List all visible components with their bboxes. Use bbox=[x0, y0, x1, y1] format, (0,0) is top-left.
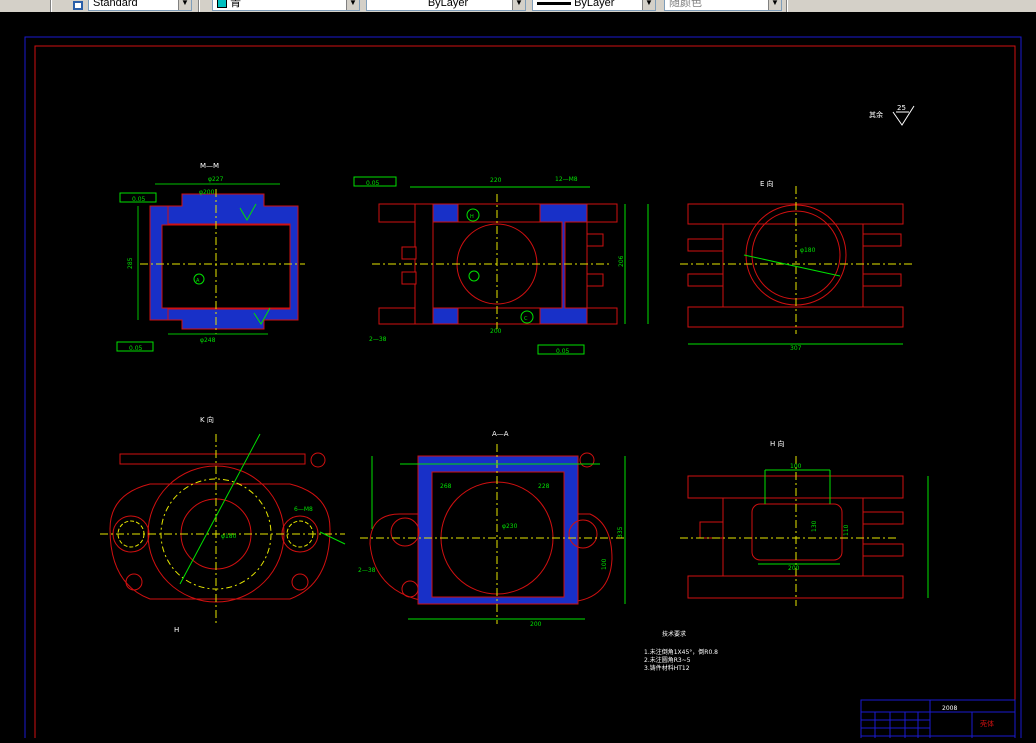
chevron-down-icon[interactable]: ▼ bbox=[512, 0, 525, 10]
svg-text:110: 110 bbox=[843, 524, 850, 536]
plotstyle-select: 随颜色 ▼ bbox=[664, 0, 782, 11]
view-front-section: 0.05 220 12—M8 206 200 H C 0.05 2—38 bbox=[353, 176, 649, 355]
svg-text:2—38: 2—38 bbox=[358, 567, 376, 574]
svg-text:H: H bbox=[470, 214, 474, 220]
svg-text:3.铸件材料HT12: 3.铸件材料HT12 bbox=[644, 664, 690, 672]
dim-mm-bottom: φ248 bbox=[200, 337, 216, 344]
svg-text:壳体: 壳体 bbox=[980, 719, 994, 728]
chevron-down-icon: ▼ bbox=[768, 0, 781, 10]
view-label-mm: M—M bbox=[200, 162, 219, 170]
svg-text:100: 100 bbox=[601, 558, 608, 570]
chevron-down-icon[interactable]: ▼ bbox=[346, 0, 359, 10]
plotstyle-value: 随颜色 bbox=[669, 0, 702, 9]
svg-text:H 向: H 向 bbox=[770, 439, 785, 448]
svg-text:2—38: 2—38 bbox=[369, 336, 387, 343]
svg-text:φ180: φ180 bbox=[800, 247, 816, 254]
lineweight-select[interactable]: ByLayer ▼ bbox=[532, 0, 656, 11]
layer-value: 青 bbox=[230, 0, 242, 9]
text-style-select[interactable]: Standard ▼ bbox=[88, 0, 192, 11]
svg-text:0.05: 0.05 bbox=[556, 348, 570, 355]
svg-text:H: H bbox=[174, 626, 179, 634]
view-k: K 向 6—M8 φ180 H bbox=[100, 415, 346, 634]
svg-text:200: 200 bbox=[490, 328, 502, 335]
chevron-down-icon[interactable]: ▼ bbox=[642, 0, 655, 10]
svg-text:335: 335 bbox=[617, 526, 624, 538]
layer-select[interactable]: 青 ▼ bbox=[212, 0, 360, 11]
svg-text:φ230: φ230 bbox=[502, 523, 518, 530]
text-style-value: Standard bbox=[93, 0, 138, 9]
svg-text:0.05: 0.05 bbox=[132, 196, 146, 203]
svg-text:0.05: 0.05 bbox=[366, 180, 380, 187]
toolbar-separator bbox=[786, 0, 788, 12]
svg-text:268: 268 bbox=[440, 483, 452, 490]
dim-mm-top: φ227 bbox=[208, 176, 224, 183]
toolbar-separator bbox=[198, 0, 200, 12]
svg-text:A—A: A—A bbox=[492, 430, 509, 438]
svg-text:228: 228 bbox=[538, 483, 550, 490]
svg-text:其余: 其余 bbox=[869, 110, 883, 119]
svg-text:130: 130 bbox=[811, 520, 818, 532]
view-section-aa: A—A 268 228 200 335 100 φ230 2—38 bbox=[358, 430, 626, 628]
svg-text:φ180: φ180 bbox=[221, 533, 237, 540]
roughness-symbol: 其余 25 bbox=[869, 104, 915, 126]
svg-text:206: 206 bbox=[618, 255, 625, 267]
svg-text:200: 200 bbox=[530, 621, 542, 628]
svg-text:307: 307 bbox=[790, 345, 802, 352]
svg-text:100: 100 bbox=[790, 463, 802, 470]
svg-text:6—M8: 6—M8 bbox=[294, 506, 313, 513]
linetype-value: ByLayer bbox=[427, 0, 469, 9]
svg-text:25: 25 bbox=[897, 104, 906, 112]
view-h: H 向 100 200 130 110 bbox=[680, 439, 929, 606]
svg-text:2.未注圆角R3~5: 2.未注圆角R3~5 bbox=[644, 656, 691, 664]
svg-text:285: 285 bbox=[127, 257, 134, 269]
svg-text:A: A bbox=[196, 278, 200, 284]
cad-drawing: 其余 25 M—M φ227 φ200 φ248 285 A 0.05 0.05… bbox=[24, 36, 1022, 743]
svg-text:200: 200 bbox=[788, 565, 800, 572]
svg-text:220: 220 bbox=[490, 177, 502, 184]
svg-text:1.未注倒角1X45°，倒R0.8: 1.未注倒角1X45°，倒R0.8 bbox=[644, 648, 718, 656]
technical-requirements: 技术要求 1.未注倒角1X45°，倒R0.8 2.未注圆角R3~5 3.铸件材料… bbox=[644, 630, 718, 672]
svg-text:技术要求: 技术要求 bbox=[662, 630, 686, 638]
toolbar-separator bbox=[50, 0, 52, 12]
chevron-down-icon[interactable]: ▼ bbox=[178, 0, 191, 10]
text-style-icon[interactable] bbox=[72, 0, 84, 10]
drawing-canvas[interactable]: 其余 25 M—M φ227 φ200 φ248 285 A 0.05 0.05… bbox=[0, 12, 1036, 743]
layer-color-swatch bbox=[217, 0, 227, 9]
linetype-select[interactable]: ByLayer ▼ bbox=[366, 0, 526, 11]
svg-text:2008: 2008 bbox=[942, 705, 957, 712]
title-block: 2008 壳体 B1 bbox=[860, 699, 1016, 743]
lineweight-sample bbox=[537, 1, 571, 5]
view-section-mm: M—M φ227 φ200 φ248 285 A 0.05 0.05 bbox=[116, 162, 305, 352]
svg-text:C: C bbox=[524, 316, 528, 322]
dim-mm-mid: φ200 bbox=[199, 189, 215, 196]
svg-text:K 向: K 向 bbox=[200, 415, 214, 424]
lineweight-value: ByLayer bbox=[574, 0, 615, 9]
inner-frame bbox=[34, 45, 1016, 743]
svg-text:E 向: E 向 bbox=[760, 179, 774, 188]
svg-text:12—M8: 12—M8 bbox=[555, 176, 578, 183]
view-side: E 向 307 φ180 bbox=[680, 179, 912, 352]
svg-text:0.05: 0.05 bbox=[129, 345, 143, 352]
